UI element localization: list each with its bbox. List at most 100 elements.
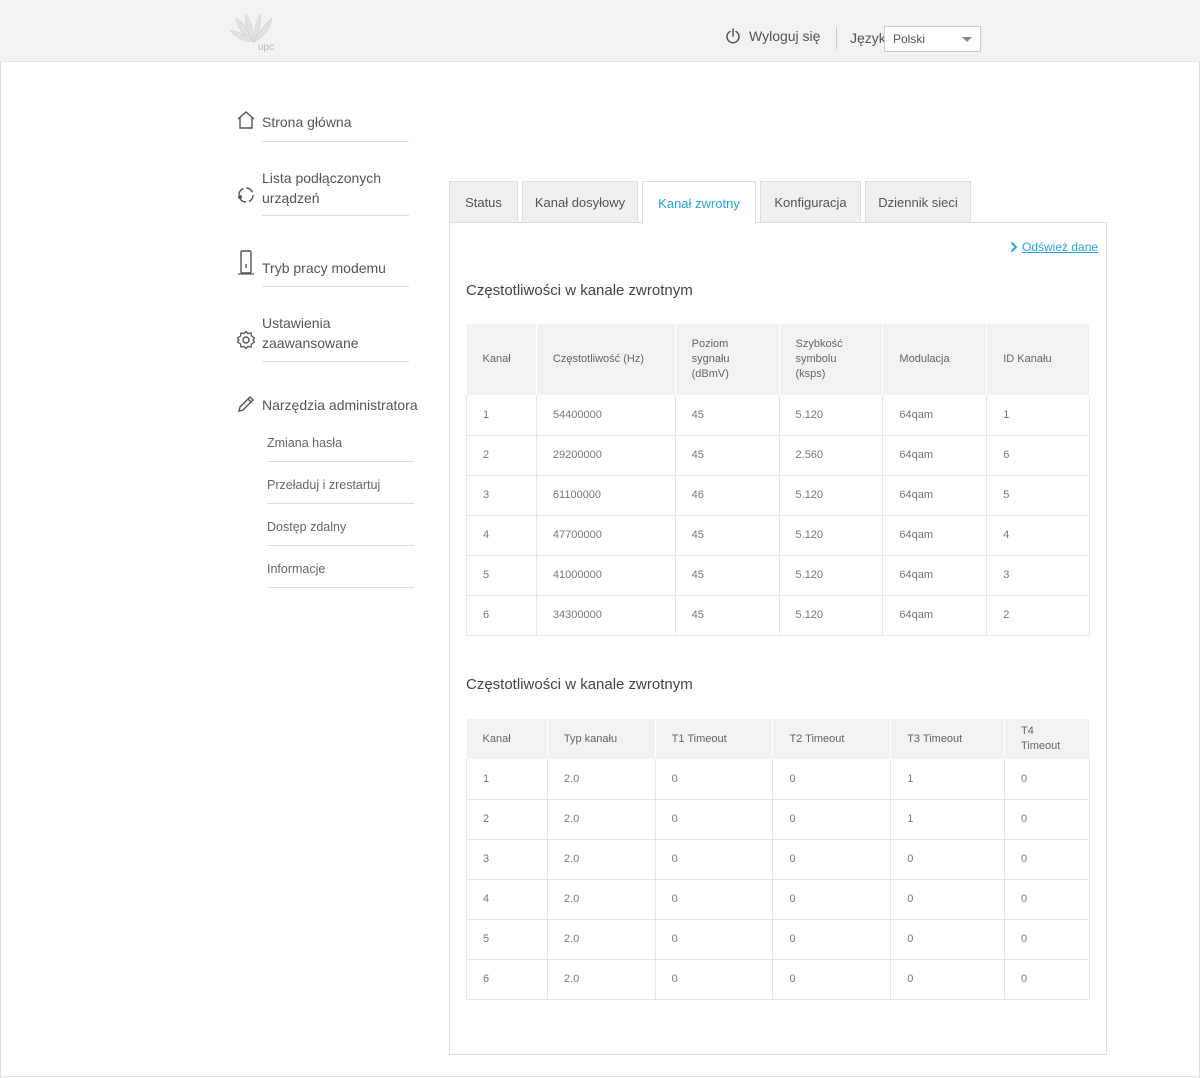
table-cell: 2.560 [779,435,884,476]
sidebar-divider [262,215,409,216]
table-row: 6 34300000 45 5.120 64qam 2 [466,595,1090,636]
table-cell: 64qam [882,555,988,596]
column-header: T1 Timeout [655,719,774,759]
column-header: Kanał [466,324,537,395]
column-header-text: Poziom sygnału (dBmV) [691,338,730,380]
column-header: Typ kanału [547,719,656,759]
upstream-timeout-table: Kanał Typ kanału T1 Timeout T2 Timeout T… [466,719,1090,1000]
table-cell: 5 [986,475,1090,516]
sidebar-subitem-reboot[interactable]: Przeładuj i zrestartuj [267,478,380,492]
table-cell: 0 [890,879,1005,920]
table-cell: 1 [986,395,1090,436]
tab-status[interactable]: Status [449,181,518,223]
devices-icon [238,187,254,203]
sidebar-subitem-information[interactable]: Informacje [267,562,325,576]
table-cell: 45 [675,435,780,476]
table-cell: 0 [772,839,892,880]
sidebar-item-label: Lista podłączonych urządzeń [262,170,382,206]
tab-downstream[interactable]: Kanał dosyłowy [522,181,638,223]
column-header: ID Kanału [986,324,1090,395]
table-cell: 0 [890,919,1005,960]
pencil-icon [238,396,254,412]
table-cell: 0 [655,759,774,800]
column-header: T4 Timeout [1004,719,1090,759]
chevron-right-icon [1010,241,1018,253]
table-cell: 0 [772,759,892,800]
sidebar-subitem-change-password[interactable]: Zmiana hasła [267,436,342,450]
table-cell: 45 [675,395,780,436]
sidebar-item-label: Strona główna [262,114,352,130]
column-header: Modulacja [882,324,988,395]
table-cell: 1 [466,759,548,800]
frame-bottom-border [0,1076,1200,1077]
table-row: 6 2.0 0 0 0 0 [466,959,1090,1000]
table-cell: 41000000 [536,555,676,596]
table-header-row: Kanał Częstotliwość (Hz) Poziom sygnału … [466,324,1090,395]
table-cell: 3 [466,475,537,516]
language-value: Polski [893,32,926,46]
refresh-data-link[interactable]: Odśwież dane [1010,240,1098,254]
tab-configuration[interactable]: Konfiguracja [760,181,861,223]
table-cell: 64qam [882,595,988,636]
sidebar-divider [267,461,414,462]
table-cell: 4 [466,879,548,920]
table-cell: 2.0 [547,839,656,880]
table-cell: 5.120 [779,395,884,436]
section-title-upstream-frequencies: Częstotliwości w kanale zwrotnym [466,282,693,299]
upstream-frequency-table: Kanał Częstotliwość (Hz) Poziom sygnału … [466,324,1090,636]
table-cell: 54400000 [536,395,676,436]
table-cell: 0 [1004,759,1090,800]
tab-upstream[interactable]: Kanał zwrotny [642,181,756,224]
logout-button[interactable]: Wyloguj się [725,28,820,44]
table-cell: 1 [890,759,1005,800]
table-cell: 5.120 [779,595,884,636]
table-row: 4 2.0 0 0 0 0 [466,879,1090,920]
table-cell: 61100000 [536,475,676,516]
table-row: 3 61100000 46 5.120 64qam 5 [466,475,1090,516]
table-cell: 5.120 [779,515,884,556]
table-cell: 0 [1004,839,1090,880]
table-row: 1 54400000 45 5.120 64qam 1 [466,395,1090,436]
table-cell: 5 [466,919,548,960]
sidebar-item-label: Narzędzia administratora [262,397,418,413]
logout-label: Wyloguj się [749,28,821,44]
tab-network-log[interactable]: Dziennik sieci [865,181,971,223]
table-cell: 29200000 [536,435,676,476]
table-cell: 1 [466,395,537,436]
table-cell: 2 [466,799,548,840]
table-cell: 45 [675,515,780,556]
column-header: Poziom sygnału (dBmV) [675,324,780,395]
table-cell: 5.120 [779,555,884,596]
table-cell: 1 [890,799,1005,840]
table-cell: 5 [466,555,537,596]
table-row: 4 47700000 45 5.120 64qam 4 [466,515,1090,556]
gear-icon [236,330,256,350]
table-cell: 64qam [882,515,988,556]
table-cell: 4 [466,515,537,556]
table-cell: 0 [1004,879,1090,920]
table-cell: 0 [772,879,892,920]
column-header: T2 Timeout [772,719,892,759]
language-label: Język [850,30,886,46]
table-cell: 3 [986,555,1090,596]
sidebar-item-label: Ustawienia zaawansowane [262,315,359,351]
sidebar-divider [267,503,414,504]
table-cell: 6 [466,595,537,636]
language-select[interactable]: Polski [884,26,981,52]
table-cell: 64qam [882,435,988,476]
sidebar-divider [267,545,414,546]
table-cell: 2.0 [547,799,656,840]
sidebar-divider [262,361,409,362]
table-cell: 6 [466,959,548,1000]
table-row: 5 2.0 0 0 0 0 [466,919,1090,960]
table-cell: 5.120 [779,475,884,516]
table-cell: 2.0 [547,879,656,920]
table-cell: 2.0 [547,919,656,960]
table-cell: 0 [655,919,774,960]
sidebar-subitem-remote-access[interactable]: Dostęp zdalny [267,520,346,534]
table-cell: 0 [655,839,774,880]
table-cell: 2.0 [547,959,656,1000]
table-cell: 45 [675,595,780,636]
sidebar-divider [262,141,409,142]
table-cell: 0 [1004,799,1090,840]
